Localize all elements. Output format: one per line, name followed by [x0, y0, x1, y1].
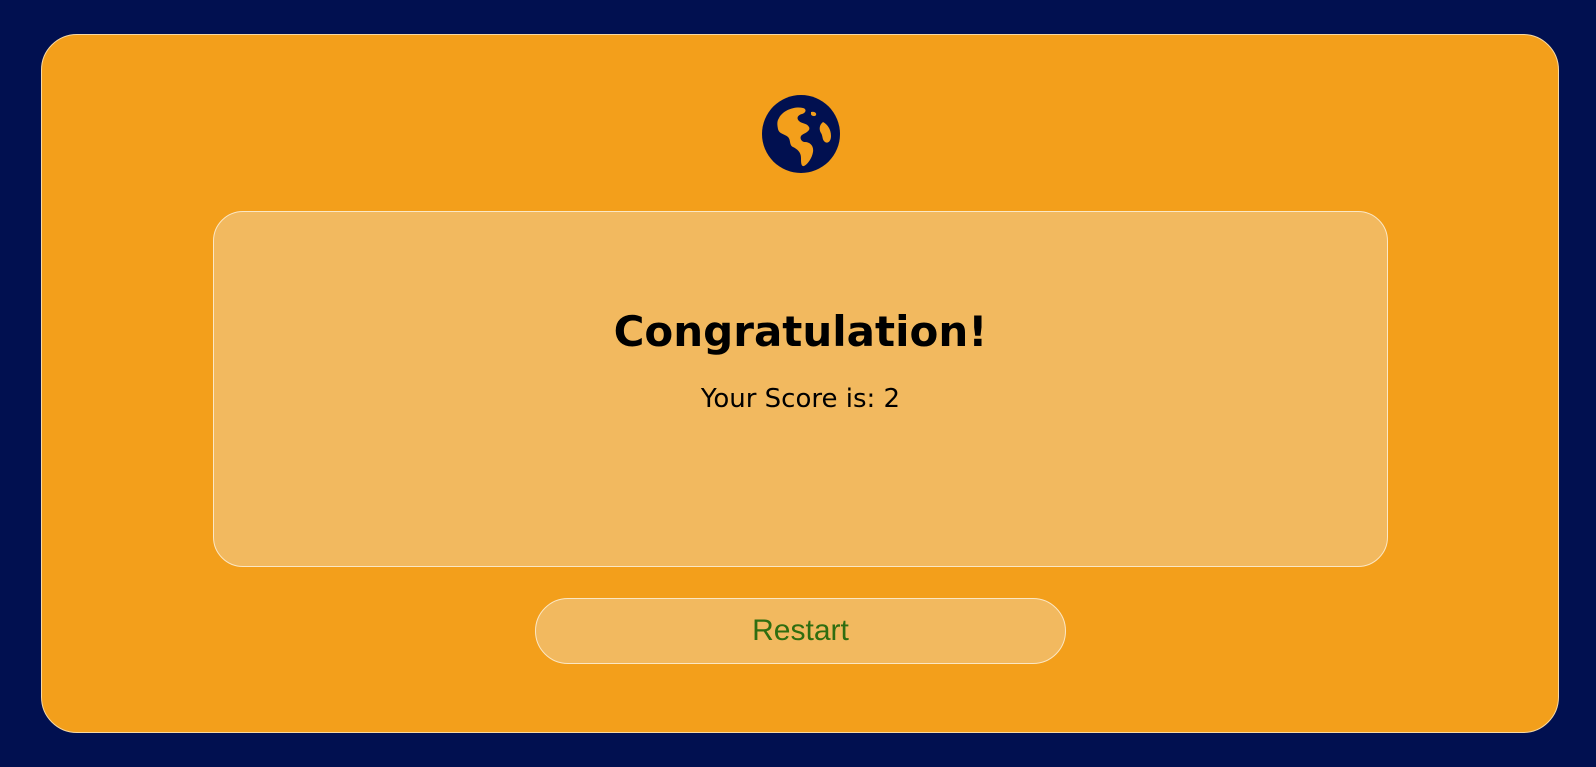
result-panel: Congratulation! Your Score is: 2: [213, 211, 1388, 567]
quiz-card: Congratulation! Your Score is: 2 Restart: [41, 34, 1559, 733]
restart-button[interactable]: Restart: [535, 598, 1066, 664]
globe-icon: [761, 94, 841, 174]
score-text: Your Score is: 2: [700, 384, 901, 414]
result-title: Congratulation!: [613, 307, 988, 356]
